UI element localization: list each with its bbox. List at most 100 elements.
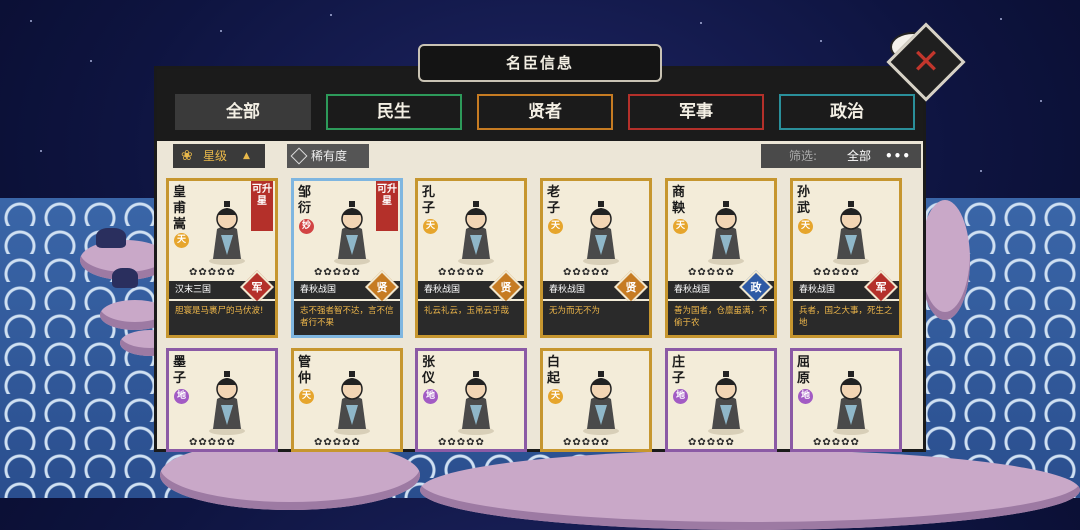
filter-dropdown[interactable]: 筛选: 全部 ••• [761, 144, 921, 168]
tab-all[interactable]: 全部 [175, 94, 311, 130]
floating-island [420, 450, 1080, 530]
minister-name: 邹衍 [298, 185, 312, 216]
star [1000, 18, 1002, 20]
star [1040, 100, 1042, 102]
category-label: 军 [875, 281, 887, 294]
category-label: 贤 [376, 281, 388, 294]
flower-icon: ❀ [181, 148, 193, 164]
tab-military[interactable]: 军事 [628, 94, 764, 130]
upgrade-star-badge: 可升星 [376, 181, 398, 231]
star [700, 22, 702, 24]
rarity-label: 稀有度 [311, 149, 348, 163]
minister-card[interactable]: 孙武天 ✿✿✿✿✿ 春秋战国军兵者，国之大事，死生之地 [790, 178, 902, 338]
minister-name: 商鞅 [672, 185, 686, 216]
rank-badge: 地 [673, 389, 688, 404]
rank-badge: 天 [423, 219, 438, 234]
category-label: 贤 [500, 281, 512, 294]
minister-card[interactable]: 白起天 ✿✿✿✿✿ [540, 348, 652, 452]
minister-name: 张仪 [422, 355, 436, 386]
minister-portrait [573, 195, 629, 267]
sort-label: 星级 [203, 149, 228, 163]
star [820, 40, 822, 42]
rank-badge: 天 [174, 233, 189, 248]
minister-quote: 善为国者，仓廪虽满，不偷于农 [668, 301, 774, 335]
floating-island [920, 200, 970, 320]
star-rating: ✿✿✿✿✿ [438, 437, 485, 448]
star [40, 150, 42, 152]
star [90, 60, 92, 62]
tab-livelihood[interactable]: 民生 [326, 94, 462, 130]
minister-name: 庄子 [672, 355, 686, 386]
minister-portrait [448, 195, 504, 267]
category-label: 贤 [625, 281, 637, 294]
rank-badge: 天 [548, 389, 563, 404]
minister-name: 管仲 [298, 355, 312, 386]
minister-card[interactable]: 屈原地 ✿✿✿✿✿ [790, 348, 902, 452]
rank-badge: 地 [423, 389, 438, 404]
minister-quote: 胆寰是马裹尸的马伏波! [169, 301, 275, 335]
rank-badge: 妙 [299, 219, 314, 234]
minister-name: 屈原 [797, 355, 811, 386]
star-rating: ✿✿✿✿✿ [563, 437, 610, 448]
star-rating: ✿✿✿✿✿ [688, 437, 735, 448]
star-rating: ✿✿✿✿✿ [688, 267, 735, 278]
star-rating: ✿✿✿✿✿ [189, 267, 236, 278]
minister-portrait [823, 195, 879, 267]
rank-badge: 地 [174, 389, 189, 404]
close-x-icon: ✕ [911, 42, 941, 82]
category-label: 军 [251, 281, 263, 294]
category-label: 政 [750, 281, 762, 294]
star-rating: ✿✿✿✿✿ [438, 267, 485, 278]
minister-card[interactable]: 墨子地 ✿✿✿✿✿ [166, 348, 278, 452]
minister-card[interactable]: 邹衍妙可升星 ✿✿✿✿✿ 春秋战国贤志不强者智不达，言不信者行不果 [291, 178, 403, 338]
minister-portrait [698, 365, 754, 437]
star-rating: ✿✿✿✿✿ [813, 267, 860, 278]
minister-card[interactable]: 老子天 ✿✿✿✿✿ 春秋战国贤无为而无不为 [540, 178, 652, 338]
minister-quote: 礼云礼云，玉帛云乎哉 [418, 301, 524, 335]
star [330, 14, 332, 16]
minister-portrait [199, 195, 255, 267]
minister-portrait [573, 365, 629, 437]
rock-building [112, 268, 138, 288]
rank-badge: 地 [798, 389, 813, 404]
star-rating: ✿✿✿✿✿ [813, 437, 860, 448]
minister-name: 白起 [547, 355, 561, 386]
minister-portrait [324, 365, 380, 437]
minister-card[interactable]: 庄子地 ✿✿✿✿✿ [665, 348, 777, 452]
minister-portrait [448, 365, 504, 437]
minister-portrait [698, 195, 754, 267]
star [30, 20, 32, 22]
minister-quote: 兵者，国之大事，死生之地 [793, 301, 899, 335]
minister-name: 孙武 [797, 185, 811, 216]
star [980, 170, 982, 172]
minister-name: 墨子 [173, 355, 187, 386]
upgrade-star-badge: 可升星 [251, 181, 273, 231]
sort-by-rarity-button[interactable]: 稀有度 [287, 144, 369, 168]
minister-card[interactable]: 张仪地 ✿✿✿✿✿ [415, 348, 527, 452]
star-rating: ✿✿✿✿✿ [314, 437, 361, 448]
minister-card[interactable]: 皇甫嵩天可升星 ✿✿✿✿✿ 汉末三国军胆寰是马裹尸的马伏波! [166, 178, 278, 338]
sort-arrow-up-icon: ▲ [243, 151, 250, 161]
tab-sage[interactable]: 贤者 [477, 94, 613, 130]
sort-by-star-button[interactable]: ❀ 星级 ▲ [173, 144, 265, 168]
minister-card[interactable]: 管仲天 ✿✿✿✿✿ [291, 348, 403, 452]
minister-card[interactable]: 商鞅天 ✿✿✿✿✿ 春秋战国政善为国者，仓廪虽满，不偷于农 [665, 178, 777, 338]
star-rating: ✿✿✿✿✿ [189, 437, 236, 448]
tab-politics[interactable]: 政治 [779, 94, 915, 130]
minister-quote: 无为而无不为 [543, 301, 649, 335]
minister-portrait [199, 365, 255, 437]
rank-badge: 天 [299, 389, 314, 404]
star-rating: ✿✿✿✿✿ [314, 267, 361, 278]
filter-bar: ❀ 星级 ▲ 稀有度 筛选: 全部 ••• [157, 142, 923, 170]
rank-badge: 天 [798, 219, 813, 234]
filter-value: 全部 [847, 149, 872, 163]
star [220, 30, 222, 32]
more-icon[interactable]: ••• [885, 144, 911, 168]
minister-quote: 志不强者智不达，言不信者行不果 [294, 301, 400, 335]
filter-label: 筛选: [789, 149, 818, 163]
minister-name: 孔子 [422, 185, 436, 216]
minister-name: 老子 [547, 185, 561, 216]
minister-portrait [823, 365, 879, 437]
minister-name: 皇甫嵩 [173, 185, 187, 232]
minister-card[interactable]: 孔子天 ✿✿✿✿✿ 春秋战国贤礼云礼云，玉帛云乎哉 [415, 178, 527, 338]
